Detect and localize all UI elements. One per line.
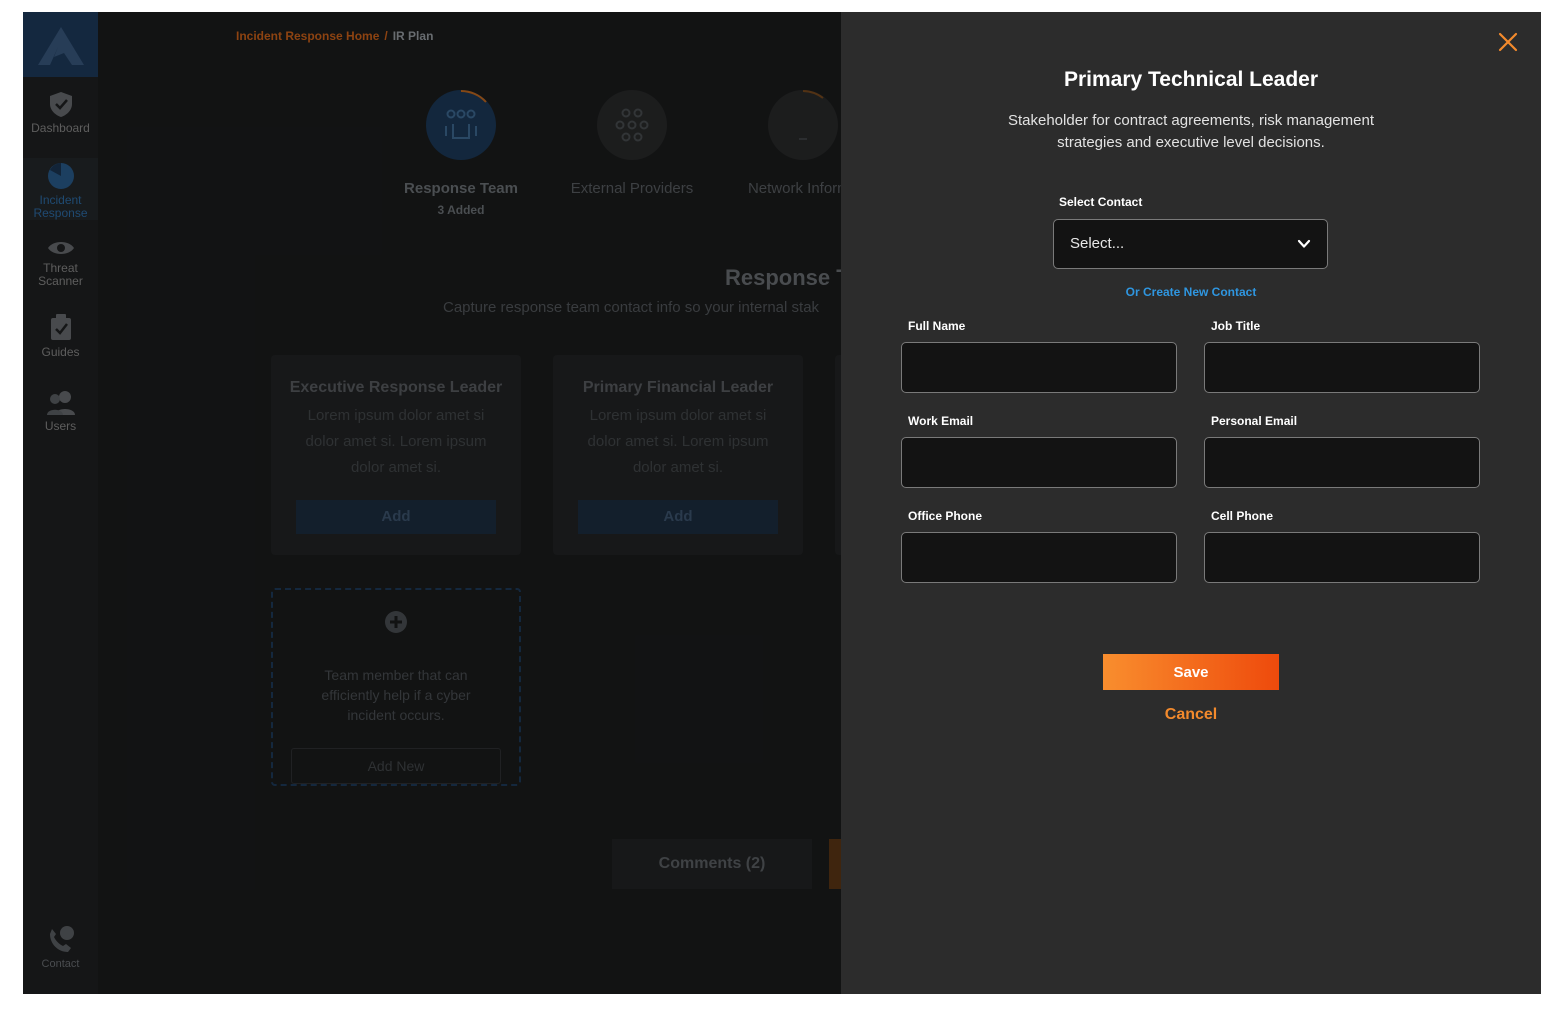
work-email-field[interactable] (901, 437, 1177, 488)
cell-phone-field[interactable] (1204, 532, 1480, 583)
select-contact-dropdown[interactable]: Select... (1053, 219, 1328, 269)
select-contact-label: Select Contact (1059, 195, 1143, 209)
drawer-title: Primary Technical Leader (1063, 68, 1319, 91)
contact-drawer: Primary Technical Leader Stakeholder for… (841, 12, 1541, 994)
select-contact-value: Select... (1070, 235, 1125, 252)
work-email-label: Work Email (908, 414, 974, 428)
office-phone-field[interactable] (901, 532, 1177, 583)
cancel-button[interactable]: Cancel (841, 706, 1541, 724)
drawer-description: Stakeholder for contract agreements, ris… (1007, 112, 1374, 151)
full-name-label: Full Name (908, 319, 966, 333)
modal-backdrop[interactable] (23, 12, 841, 994)
save-button[interactable]: Save (1103, 654, 1279, 690)
create-new-contact-link[interactable]: Or Create New Contact (841, 285, 1541, 299)
job-title-label: Job Title (1211, 319, 1261, 333)
personal-email-field[interactable] (1204, 437, 1480, 488)
office-phone-label: Office Phone (908, 509, 983, 523)
chevron-down-icon (1297, 239, 1311, 248)
job-title-field[interactable] (1204, 342, 1480, 393)
app-window: Dashboard Incident Response Threat Scann… (23, 12, 1541, 994)
cell-phone-label: Cell Phone (1211, 509, 1274, 523)
personal-email-label: Personal Email (1211, 414, 1298, 428)
full-name-field[interactable] (901, 342, 1177, 393)
close-icon[interactable] (1496, 30, 1520, 54)
